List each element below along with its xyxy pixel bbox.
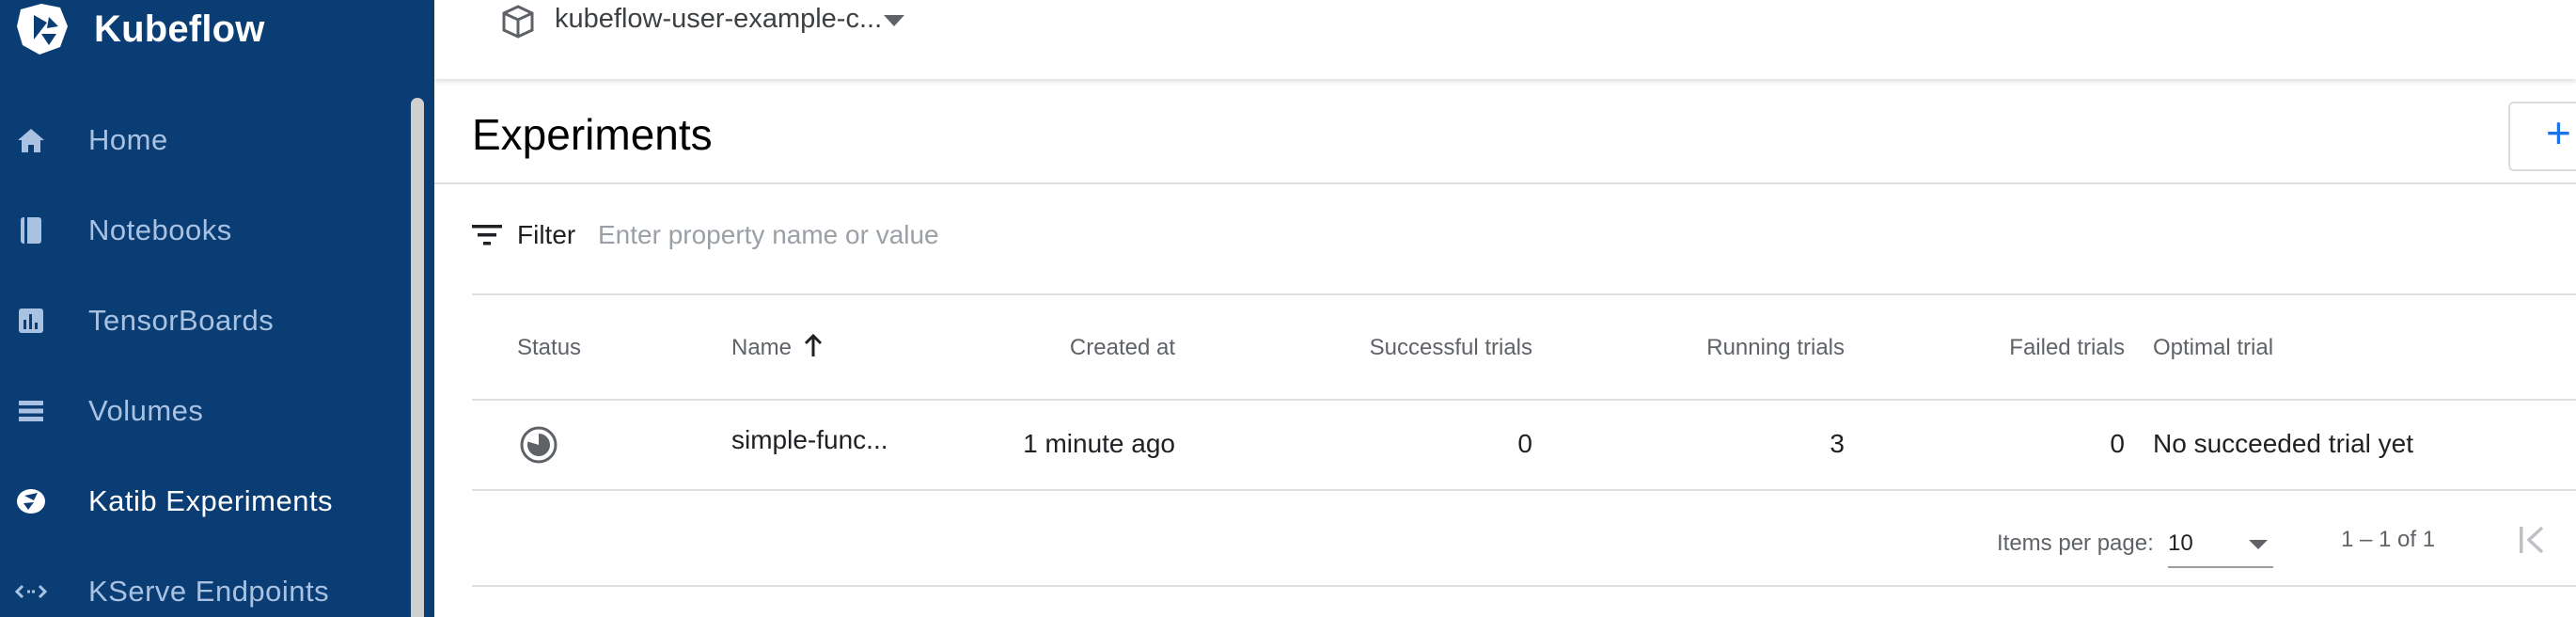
page-title: Experiments bbox=[472, 110, 713, 159]
sidebar-item-label: Katib Experiments bbox=[88, 484, 334, 517]
sidebar-scrollbar[interactable] bbox=[411, 98, 424, 617]
divider bbox=[472, 293, 2576, 295]
created-at-cell: 1 minute ago bbox=[1023, 429, 1175, 458]
sidebar-item-kserve-endpoints[interactable]: KServe Endpoints bbox=[0, 554, 404, 617]
running-trials-cell: 3 bbox=[1830, 429, 1845, 458]
page-size-value: 10 bbox=[2168, 530, 2193, 556]
optimal-trial-cell: No succeeded trial yet bbox=[2153, 429, 2414, 458]
first-page-icon[interactable] bbox=[2516, 523, 2552, 557]
notebook-icon bbox=[15, 214, 47, 246]
filter-label: Filter bbox=[517, 220, 576, 249]
sidebar-item-label: KServe Endpoints bbox=[88, 575, 330, 608]
divider bbox=[434, 182, 2576, 184]
sidebar-item-label: Home bbox=[88, 123, 168, 156]
pagination-range: 1 – 1 of 1 bbox=[2341, 527, 2436, 552]
brand[interactable]: Kubeflow bbox=[13, 0, 265, 58]
items-per-page-select[interactable]: 10 bbox=[2168, 523, 2273, 568]
sidebar-item-label: Notebooks bbox=[88, 214, 232, 246]
sidebar-item-volumes[interactable]: Volumes bbox=[0, 373, 404, 449]
sort-arrow-up-icon[interactable] bbox=[803, 333, 824, 359]
chevron-down-icon[interactable] bbox=[884, 15, 904, 26]
column-header-failed-trials[interactable]: Failed trials bbox=[1918, 335, 2125, 361]
sidebar-item-home[interactable]: Home bbox=[0, 103, 404, 178]
successful-trials-cell: 0 bbox=[1517, 429, 1532, 458]
divider bbox=[472, 585, 2576, 587]
filter-input[interactable] bbox=[598, 214, 1162, 256]
new-experiment-button[interactable]: + bbox=[2508, 102, 2576, 171]
sidebar-item-label: TensorBoards bbox=[88, 304, 275, 337]
sidebar-item-katib-experiments[interactable]: Katib Experiments bbox=[0, 464, 404, 539]
chevron-down-icon bbox=[2249, 540, 2268, 549]
sidebar-item-notebooks[interactable]: Notebooks bbox=[0, 193, 404, 268]
divider bbox=[472, 399, 2576, 401]
running-status-icon bbox=[520, 426, 558, 464]
app-name: Kubeflow bbox=[94, 8, 265, 50]
tensorboard-icon bbox=[15, 305, 47, 337]
top-bar: kubeflow-user-example-c... bbox=[434, 0, 2576, 79]
namespace-cube-icon bbox=[502, 5, 534, 39]
filter-icon bbox=[472, 225, 502, 245]
column-header-successful-trials[interactable]: Successful trials bbox=[1297, 335, 1532, 361]
sidebar-item-tensorboards[interactable]: TensorBoards bbox=[0, 283, 404, 358]
kubeflow-logo-icon bbox=[17, 4, 68, 55]
items-per-page-label: Items per page: bbox=[1997, 530, 2154, 556]
failed-trials-cell: 0 bbox=[2110, 429, 2125, 458]
volumes-icon bbox=[15, 395, 47, 427]
column-header-name[interactable]: Name bbox=[731, 335, 792, 361]
kserve-icon bbox=[15, 576, 47, 608]
divider bbox=[472, 489, 2576, 491]
experiment-name-link[interactable]: simple-func... bbox=[731, 425, 888, 455]
home-icon bbox=[15, 124, 47, 156]
sidebar-item-label: Volumes bbox=[88, 394, 204, 427]
plus-icon: + bbox=[2546, 108, 2571, 157]
column-header-optimal-trial: Optimal trial bbox=[2153, 335, 2274, 360]
column-header-running-trials[interactable]: Running trials bbox=[1636, 335, 1845, 361]
katib-icon bbox=[15, 485, 47, 517]
column-header-status: Status bbox=[517, 335, 582, 360]
namespace-selector[interactable]: kubeflow-user-example-c... bbox=[555, 4, 882, 35]
sidebar: Kubeflow Home Notebooks TensorBoards Vol… bbox=[0, 0, 434, 617]
column-header-created-at[interactable]: Created at bbox=[987, 335, 1175, 361]
